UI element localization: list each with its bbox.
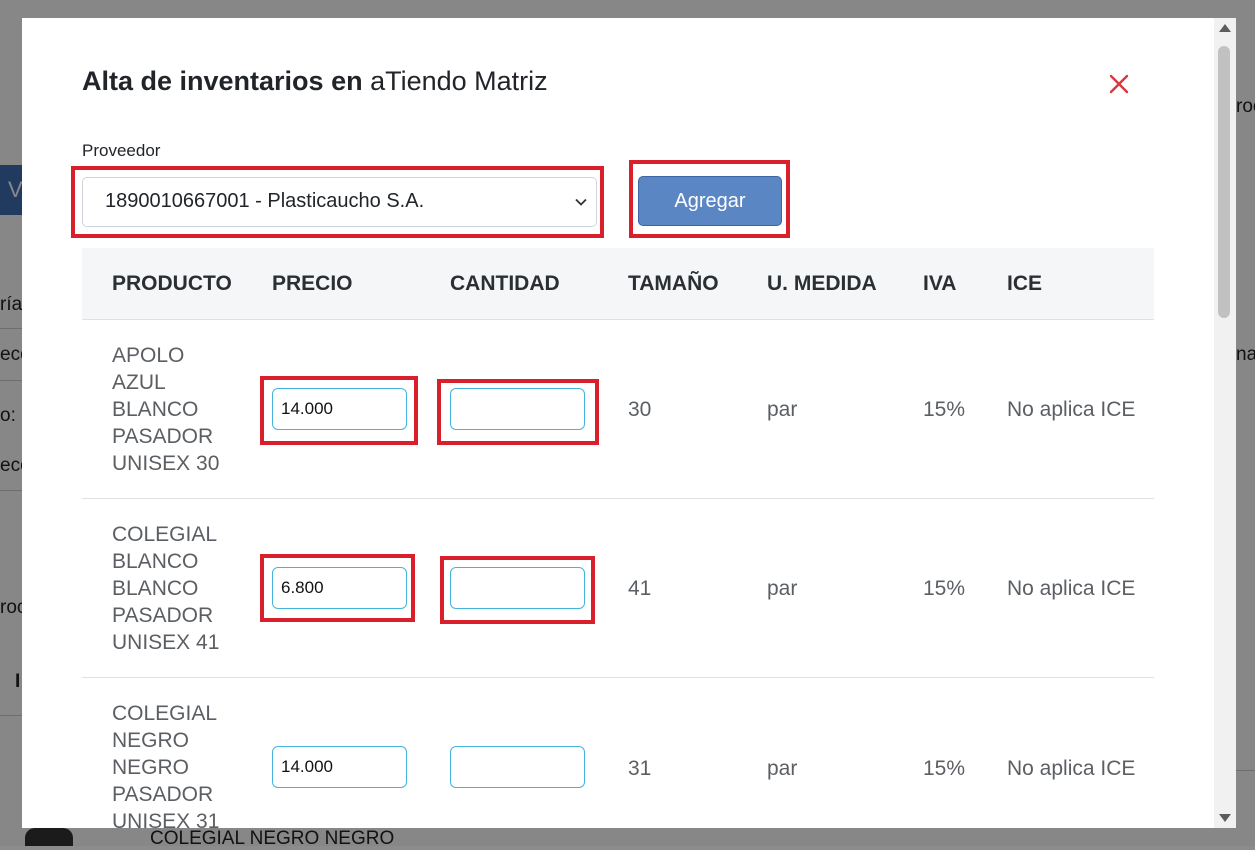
modal-scrollbar[interactable] (1214, 18, 1236, 828)
column-header-unit: U. MEDIDA (767, 272, 877, 295)
column-header-quantity: CANTIDAD (450, 272, 560, 295)
column-header-size: TAMAÑO (628, 272, 719, 295)
provider-highlight-box (71, 166, 604, 238)
modal-title-main: Alta de inventarios en (82, 66, 363, 96)
product-name-line: PASADOR (112, 604, 214, 627)
price-highlight-box (260, 554, 415, 622)
size-value: 41 (628, 577, 652, 600)
unit-value: par (767, 577, 798, 600)
product-name-line: COLEGIAL (112, 523, 218, 546)
product-name-line: AZUL (112, 371, 166, 394)
scroll-up-icon[interactable] (1219, 24, 1231, 32)
iva-value: 15% (923, 757, 966, 780)
product-name-line: BLANCO (112, 550, 199, 573)
price-input[interactable] (272, 746, 407, 788)
size-value: 31 (628, 757, 652, 780)
modal-title-store: aTiendo Matriz (370, 66, 548, 96)
product-name-line: UNISEX 41 (112, 631, 220, 654)
product-name-line: PASADOR (112, 425, 214, 448)
product-name: COLEGIAL NEGRO NEGRO PASADOR UNISEX 31 (112, 700, 262, 828)
iva-value: 15% (923, 398, 966, 421)
column-header-price: PRECIO (272, 272, 353, 295)
price-highlight-box (260, 376, 418, 445)
product-name-line: BLANCO (112, 577, 199, 600)
product-name-line: BLANCO (112, 398, 199, 421)
provider-label: Proveedor (82, 141, 161, 160)
unit-value: par (767, 757, 798, 780)
product-name-line: NEGRO (112, 729, 190, 752)
product-name: COLEGIAL BLANCO BLANCO PASADOR UNISEX 41 (112, 521, 262, 656)
table-row: COLEGIAL BLANCO BLANCO PASADOR UNISEX 41… (82, 499, 1154, 678)
product-name: APOLO AZUL BLANCO PASADOR UNISEX 30 (112, 342, 262, 477)
scroll-down-icon[interactable] (1219, 814, 1231, 822)
ice-value: No aplica ICE (1007, 398, 1136, 421)
product-name-line: NEGRO (112, 756, 190, 779)
add-button-highlight-box (629, 160, 790, 238)
product-name-line: APOLO (112, 344, 185, 367)
ice-value: No aplica ICE (1007, 757, 1136, 780)
inventory-modal: Alta de inventarios en aTiendo Matriz Pr… (22, 18, 1236, 828)
table-header: PRODUCTO PRECIO CANTIDAD TAMAÑO U. MEDID… (82, 248, 1154, 320)
table-row: APOLO AZUL BLANCO PASADOR UNISEX 30 30 p… (82, 320, 1154, 499)
product-name-line: UNISEX 30 (112, 452, 220, 475)
modal-title: Alta de inventarios en aTiendo Matriz (82, 66, 548, 97)
column-header-iva: IVA (923, 272, 957, 295)
unit-value: par (767, 398, 798, 421)
iva-value: 15% (923, 577, 966, 600)
ice-value: No aplica ICE (1007, 577, 1136, 600)
quantity-highlight-box (440, 556, 595, 624)
column-header-ice: ICE (1007, 272, 1043, 295)
close-icon[interactable] (1105, 70, 1133, 98)
quantity-highlight-box (437, 379, 599, 445)
product-name-line: UNISEX 31 (112, 810, 220, 828)
table-row: COLEGIAL NEGRO NEGRO PASADOR UNISEX 31 3… (82, 678, 1154, 828)
product-name-line: COLEGIAL (112, 702, 218, 725)
quantity-input[interactable] (450, 746, 585, 788)
column-header-product: PRODUCTO (112, 272, 232, 295)
scrollbar-thumb[interactable] (1218, 46, 1230, 318)
product-name-line: PASADOR (112, 783, 214, 806)
size-value: 30 (628, 398, 652, 421)
